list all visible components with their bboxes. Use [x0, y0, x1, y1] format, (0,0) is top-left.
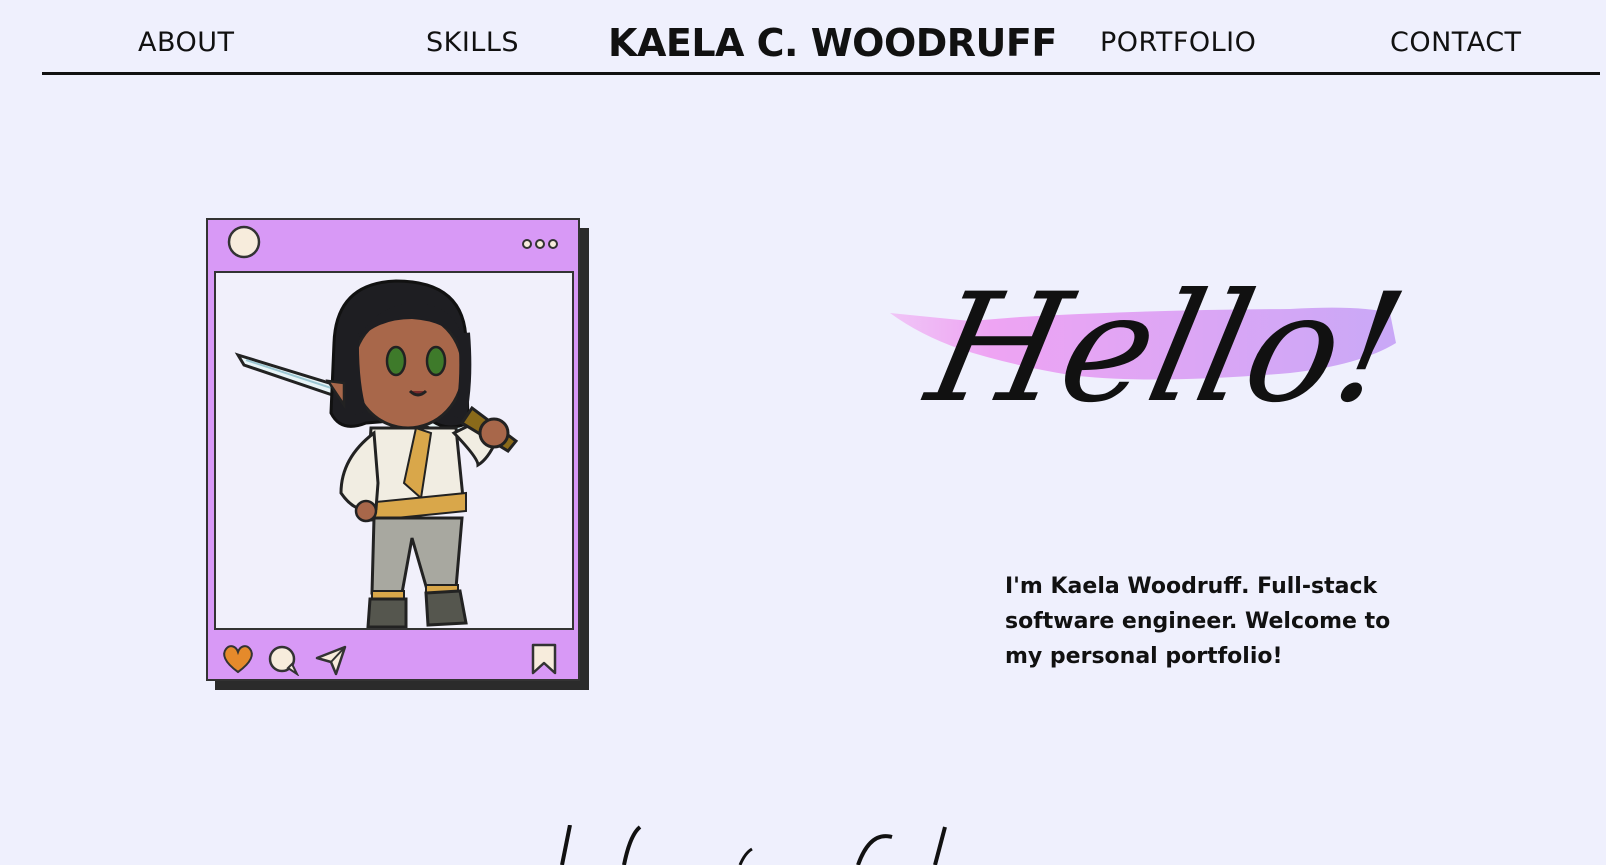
- intro-text: I'm Kaela Woodruff. Full-stack software …: [1005, 574, 1391, 669]
- send-icon[interactable]: [314, 644, 348, 676]
- bookmark-icon[interactable]: [530, 642, 558, 676]
- post-card: [206, 218, 580, 681]
- section-heading-script-partial: [560, 825, 947, 865]
- hello-greeting: Hello!: [890, 225, 1430, 475]
- nav-portfolio-link[interactable]: PORTFOLIO: [1100, 27, 1256, 58]
- site-brand-title[interactable]: KAELA C. WOODRUFF: [608, 21, 1057, 65]
- avatar-circle-icon: [227, 225, 261, 259]
- top-nav: ABOUT SKILLS KAELA C. WOODRUFF PORTFOLIO…: [42, 0, 1600, 75]
- nav-skills-link[interactable]: SKILLS: [426, 27, 519, 58]
- heart-icon[interactable]: [220, 644, 256, 676]
- comment-icon[interactable]: [266, 644, 300, 676]
- character-illustration-frame: [214, 271, 574, 630]
- hello-title: Hello!: [912, 261, 1418, 436]
- more-dots-icon[interactable]: [520, 236, 564, 252]
- nav-contact-link[interactable]: CONTACT: [1390, 27, 1522, 58]
- elf-warrior-illustration: [234, 279, 519, 628]
- nav-about-link[interactable]: ABOUT: [138, 27, 235, 58]
